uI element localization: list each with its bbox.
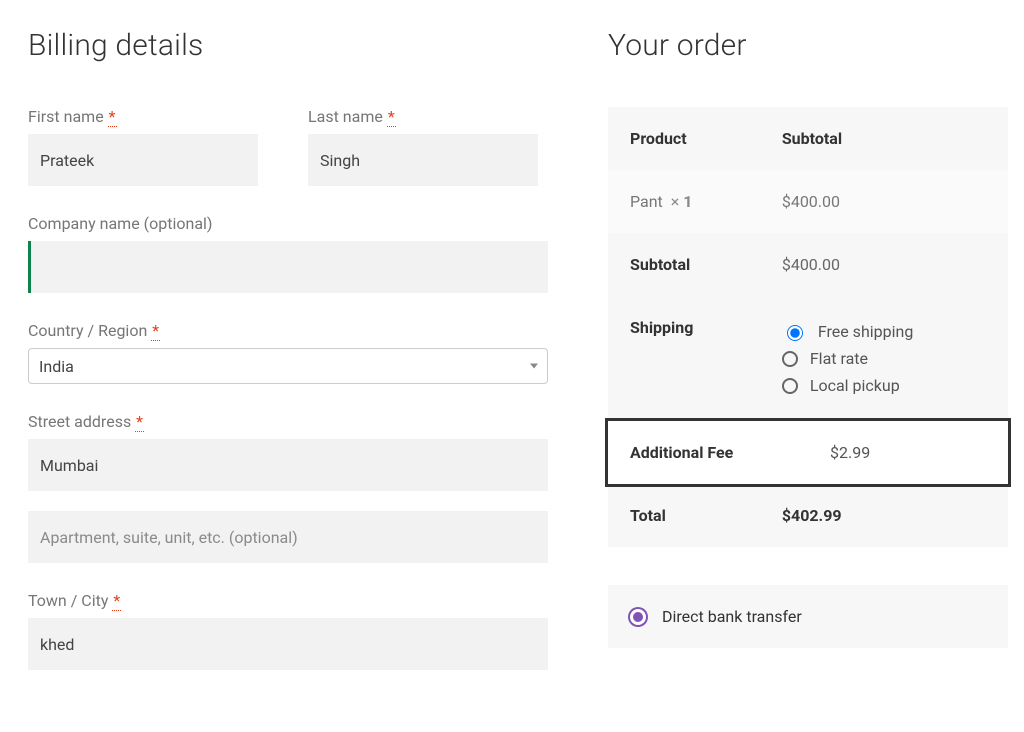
order-item-row: Pant × 1 $400.00: [608, 170, 1008, 233]
street-address-2-field[interactable]: [28, 511, 548, 563]
billing-heading: Billing details: [28, 28, 548, 63]
shipping-radio-flat[interactable]: [782, 351, 798, 367]
order-heading: Your order: [608, 28, 1008, 63]
item-subtotal: $400.00: [760, 170, 1008, 233]
payment-methods: Direct bank transfer: [608, 585, 1008, 648]
additional-fee-label: Additional Fee: [608, 421, 808, 484]
required-mark: *: [135, 412, 144, 432]
subtotal-value: $400.00: [760, 233, 1008, 296]
order-summary-table: Product Subtotal Pant × 1 $400.00 Subtot…: [608, 107, 1008, 547]
shipping-option-local[interactable]: Local pickup: [782, 372, 986, 399]
item-qty-prefix: ×: [671, 192, 684, 211]
additional-fee-value: $2.99: [808, 421, 1008, 484]
last-name-field[interactable]: [308, 134, 538, 186]
country-label: Country / Region *: [28, 321, 548, 340]
company-field[interactable]: [28, 241, 548, 293]
first-name-field[interactable]: [28, 134, 258, 186]
col-product: Product: [608, 107, 760, 170]
required-mark: *: [387, 107, 396, 127]
street-address-field[interactable]: [28, 439, 548, 491]
shipping-label: Shipping: [608, 296, 760, 421]
company-label: Company name (optional): [28, 214, 548, 233]
radio-selected-icon: [630, 609, 646, 625]
first-name-label: First name *: [28, 107, 258, 126]
subtotal-label: Subtotal: [608, 233, 760, 296]
shipping-radio-local[interactable]: [782, 378, 798, 394]
street-label: Street address *: [28, 412, 548, 431]
required-mark: *: [112, 591, 121, 611]
city-label: Town / City *: [28, 591, 548, 610]
item-qty: 1: [683, 192, 692, 211]
total-label: Total: [608, 484, 760, 547]
country-select[interactable]: [28, 348, 548, 384]
payment-option-bank-transfer[interactable]: Direct bank transfer: [630, 607, 986, 626]
item-name: Pant: [630, 192, 663, 211]
city-field[interactable]: [28, 618, 548, 670]
required-mark: *: [151, 321, 160, 341]
col-subtotal: Subtotal: [760, 107, 1008, 170]
shipping-radio-free[interactable]: [787, 325, 803, 341]
shipping-option-free[interactable]: Free shipping: [782, 318, 986, 345]
required-mark: *: [108, 107, 117, 127]
last-name-label: Last name *: [308, 107, 538, 126]
total-value: $402.99: [760, 484, 1008, 547]
shipping-option-flat[interactable]: Flat rate: [782, 345, 986, 372]
additional-fee-row: Additional Fee $2.99: [608, 421, 1008, 484]
